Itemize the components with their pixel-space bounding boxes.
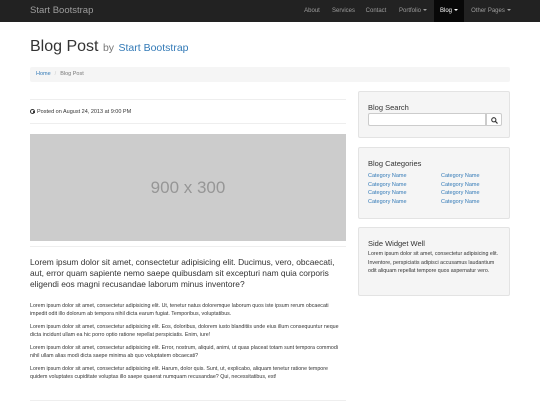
search-input[interactable]: [368, 113, 486, 126]
search-icon: [491, 117, 498, 124]
post-image-placeholder: 900 x 300: [30, 134, 346, 241]
blog-categories-well: Blog Categories Category Name Category N…: [358, 147, 510, 219]
breadcrumb-separator: /: [54, 71, 57, 77]
post-date-text: Posted on August 24, 2013 at 9:00 PM: [37, 109, 132, 115]
chevron-down-icon: [506, 9, 511, 12]
post-image-placeholder-label: 900 x 300: [150, 178, 226, 197]
blog-search-title: Blog Search: [368, 103, 409, 112]
chevron-down-icon: [454, 9, 458, 12]
navbar-brand[interactable]: Start Bootstrap: [30, 5, 93, 16]
nav-item-portfolio[interactable]: Portfolio: [392, 0, 434, 22]
divider: [30, 99, 346, 100]
category-link[interactable]: Category Name: [368, 182, 407, 188]
breadcrumb: Home / Blog Post: [30, 67, 510, 82]
post-paragraph: Lorem ipsum dolor sit amet, consectetur …: [30, 345, 338, 359]
nav-item-blog[interactable]: Blog: [434, 0, 464, 22]
page-subtitle-link[interactable]: Start Bootstrap: [118, 42, 188, 54]
divider: [30, 400, 346, 401]
top-navbar: Start Bootstrap About Services Contact P…: [0, 0, 540, 22]
nav-item-other-pages[interactable]: Other Pages: [464, 0, 518, 22]
blog-categories-title: Blog Categories: [368, 159, 422, 168]
post-paragraph: Lorem ipsum dolor sit amet, consectetur …: [30, 366, 328, 380]
nav-item-portfolio-label: Portfolio: [398, 8, 421, 14]
post-paragraph: Lorem ipsum dolor sit amet, consectetur …: [30, 303, 329, 317]
category-link[interactable]: Category Name: [441, 199, 480, 205]
nav-item-about[interactable]: About: [297, 0, 327, 22]
category-link[interactable]: Category Name: [441, 190, 480, 196]
side-widget-title: Side Widget Well: [368, 239, 425, 248]
post-paragraph: Lorem ipsum dolor sit amet, consectetur …: [30, 324, 339, 338]
nav-item-services[interactable]: Services: [327, 0, 360, 22]
breadcrumb-home-link[interactable]: Home: [36, 71, 51, 77]
category-link[interactable]: Category Name: [368, 199, 407, 205]
search-button[interactable]: [486, 113, 502, 126]
nav-item-contact[interactable]: Contact: [360, 0, 392, 22]
nav-item-blog-label: Blog: [439, 8, 452, 14]
divider: [30, 246, 346, 247]
chevron-down-icon: [423, 9, 427, 12]
divider: [30, 123, 346, 124]
category-link[interactable]: Category Name: [441, 173, 480, 179]
page-title: Blog Post by Start Bootstrap: [30, 38, 189, 56]
category-link[interactable]: Category Name: [441, 182, 480, 188]
clock-icon: [30, 109, 35, 114]
nav-item-other-pages-label: Other Pages: [471, 8, 505, 14]
post-lead: Lorem ipsum dolor sit amet, consectetur …: [30, 257, 335, 289]
breadcrumb-current: Blog Post: [60, 71, 84, 77]
post-date: Posted on August 24, 2013 at 9:00 PM: [30, 109, 131, 115]
side-widget-well: Side Widget Well Lorem ipsum dolor sit a…: [358, 227, 510, 296]
category-link[interactable]: Category Name: [368, 190, 407, 196]
side-widget-text: Lorem ipsum dolor sit amet, consectetur …: [368, 251, 499, 274]
page-title-by: by: [102, 42, 115, 54]
category-link[interactable]: Category Name: [368, 173, 407, 179]
blog-search-well: Blog Search: [358, 91, 510, 138]
page-title-text: Blog Post: [30, 38, 99, 55]
